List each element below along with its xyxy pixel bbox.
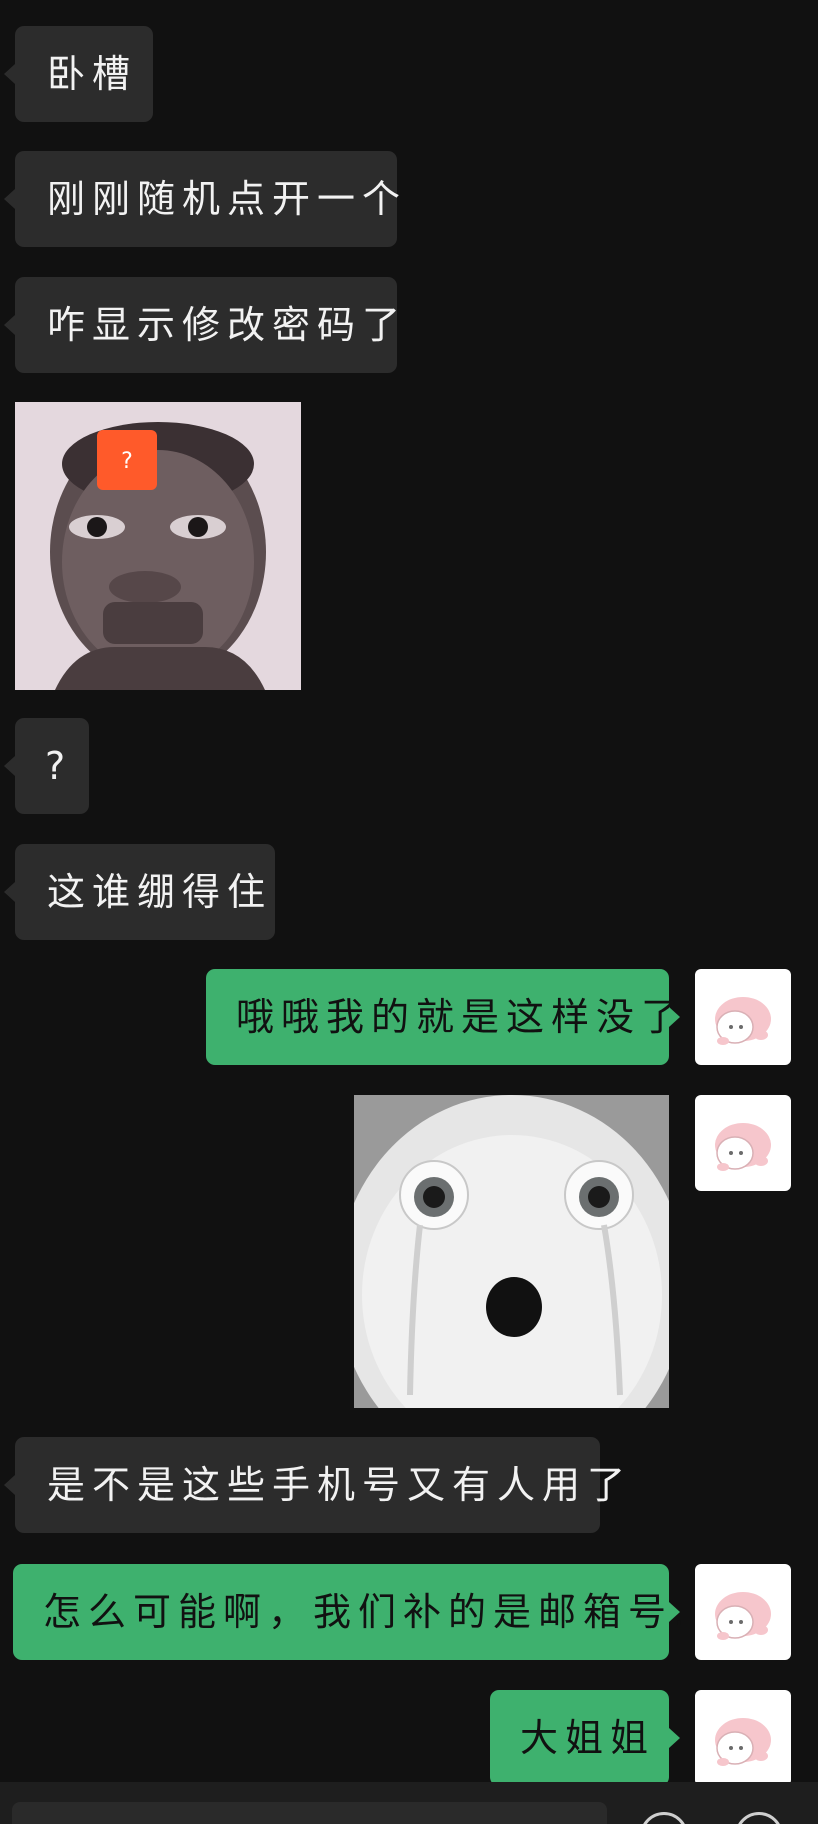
svg-text:?: ? — [121, 449, 133, 474]
message-bubble-incoming[interactable]: 咋显示修改密码了 — [4, 277, 400, 373]
avatar[interactable] — [695, 1690, 791, 1786]
message-bubble-outgoing[interactable]: 怎么可能啊，我们补的是邮箱号. — [13, 1564, 685, 1660]
image-message-face-meme[interactable]: ? — [15, 402, 301, 690]
avatar-cartoon-icon — [715, 1592, 771, 1640]
message-bubble-outgoing[interactable]: 哦哦我的就是这样没了 — [206, 969, 680, 1065]
message-bubble-incoming[interactable]: 是不是这些手机号又有人用了 — [4, 1437, 625, 1533]
avatar-cartoon-icon — [715, 1123, 771, 1171]
message-bubble-incoming[interactable]: 卧槽 — [4, 26, 153, 122]
message-input[interactable] — [12, 1802, 607, 1824]
avatar[interactable] — [695, 1095, 791, 1191]
message-bubble-incoming[interactable]: ? — [4, 718, 89, 814]
message-bubble-incoming[interactable]: 这谁绷得住 — [4, 844, 275, 940]
avatar-cartoon-icon — [715, 997, 771, 1045]
avatar-cartoon-icon — [715, 1718, 771, 1766]
avatar[interactable] — [695, 1564, 791, 1660]
message-bubble-incoming[interactable]: 刚刚随机点开一个 — [4, 151, 400, 247]
face-meme-icon: ? — [15, 402, 301, 690]
avatar[interactable] — [695, 969, 791, 1065]
message-bubble-outgoing[interactable]: 大姐姐 — [490, 1690, 680, 1786]
image-message-crying-meme[interactable] — [354, 1095, 669, 1408]
crying-blob-icon — [354, 1095, 669, 1408]
chat-screen: 卧槽 刚刚随机点开一个 咋显示修改密码了 ? ? 这谁绷得住 哦哦我的就是这样没… — [0, 0, 818, 1824]
